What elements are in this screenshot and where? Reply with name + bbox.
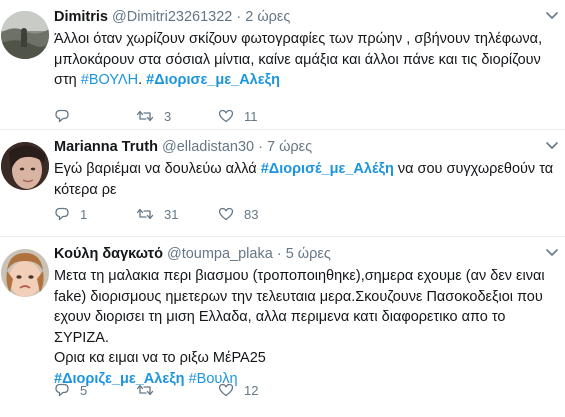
tweet-header: Dimitris @Dimitri23261322 · 2 ώρες	[54, 8, 555, 27]
landscape-photo-avatar[interactable]	[1, 11, 49, 59]
retweet-icon	[136, 110, 154, 122]
retweet-count: 31	[164, 206, 179, 222]
like-count: 83	[244, 206, 259, 222]
text-fragment: να σου συγχωρεθούν τα	[393, 161, 554, 177]
text-line: Μετα τη μαλακια περι βιασμου (τροποποιηθ…	[54, 268, 545, 284]
tweet-item[interactable]: Dimitris @Dimitri23261322 · 2 ώρες Άλλοι…	[0, 0, 565, 130]
separator-dot: ·	[258, 139, 263, 155]
author-handle[interactable]: @toumpa_plaka	[167, 246, 273, 262]
text-line: κότερα ρε	[54, 181, 117, 198]
text-line: μπλοκάρουν στα σόσιαλ μίντια, καίνε αμάξ…	[54, 51, 541, 68]
author-name[interactable]: Κούλη δαγκωτό	[54, 246, 163, 262]
author-handle[interactable]: @elladistan30	[162, 139, 254, 155]
text-fragment: Εγώ βαριέμαι να δουλεύω αλλά	[54, 161, 261, 177]
tweet-actions: 5 12	[54, 382, 300, 398]
retweet-icon	[136, 384, 154, 396]
heart-icon	[218, 207, 234, 221]
tweet-timestamp[interactable]: 7 ώρες	[267, 139, 312, 155]
like-button[interactable]: 83	[218, 206, 300, 222]
tweet-timeline: Dimitris @Dimitri23261322 · 2 ώρες Άλλοι…	[0, 0, 565, 417]
separator-dot: ·	[276, 246, 282, 262]
text-line: Ορια κα ειμαι να το ριξω ΜέΡΑ25	[54, 350, 266, 366]
heart-icon	[218, 383, 234, 397]
text-line: εχουν διορισει τη μιση Ελλαδα, αλλα περι…	[54, 309, 506, 346]
like-count: 12	[244, 382, 259, 398]
chevron-down-icon[interactable]	[545, 138, 559, 152]
heart-icon	[218, 109, 234, 123]
tweet-text: Άλλοι όταν χωρίζουν σκίζουν φωτογραφίες …	[54, 29, 555, 91]
tweet-timestamp[interactable]: 2 ώρες	[245, 9, 290, 25]
tweet-item[interactable]: Marianna Truth @elladistan30 · 7 ώρες Εγ…	[0, 130, 565, 237]
author-handle[interactable]: @Dimitri23261322	[112, 9, 232, 25]
like-button[interactable]: 12	[218, 382, 300, 398]
reply-button[interactable]: 5	[54, 382, 136, 398]
retweet-button[interactable]	[136, 382, 218, 398]
child-face-avatar[interactable]	[1, 249, 49, 297]
retweet-icon	[136, 208, 154, 220]
hashtag-link[interactable]: #Διορισε_με_Αλεξη	[146, 72, 280, 88]
text-line: στη #ΒΟΥΛΗ. #Διορισε_με_Αλεξη	[54, 70, 555, 91]
text-fragment: .	[138, 72, 147, 88]
tweet-actions: 1 31 83	[54, 206, 300, 222]
retweet-count: 3	[164, 108, 172, 124]
author-name[interactable]: Dimitris	[54, 9, 108, 25]
reply-button[interactable]	[54, 108, 136, 124]
text-line: Άλλοι όταν χωρίζουν σκίζουν φωτογραφίες …	[54, 31, 543, 47]
reply-icon	[55, 207, 69, 221]
reply-icon	[55, 109, 69, 123]
tweet-text: Εγώ βαριέμαι να δουλεύω αλλά #Διορισέ_με…	[54, 159, 555, 200]
like-count: 11	[244, 108, 258, 124]
separator-dot: ·	[236, 9, 242, 25]
reply-icon	[55, 383, 69, 397]
woman-face-avatar[interactable]	[1, 142, 49, 190]
text-fragment: στη	[54, 72, 81, 88]
chevron-down-icon[interactable]	[545, 245, 559, 259]
reply-count: 5	[80, 382, 88, 398]
hashtag-link[interactable]: #Διορισέ_με_Αλέξη	[261, 161, 394, 177]
like-button[interactable]: 11	[218, 108, 300, 124]
tweet-header: Marianna Truth @elladistan30 · 7 ώρες	[54, 138, 555, 157]
tweet-text: Μετα τη μαλακια περι βιασμου (τροποποιηθ…	[54, 266, 555, 389]
reply-button[interactable]: 1	[54, 206, 136, 222]
reply-count: 1	[80, 206, 88, 222]
tweet-actions: 3 11	[54, 108, 300, 124]
tweet-timestamp[interactable]: 5 ώρες	[286, 246, 331, 262]
hashtag-link[interactable]: #ΒΟΥΛΗ	[81, 72, 138, 88]
text-line: Εγώ βαριέμαι να δουλεύω αλλά #Διορισέ_με…	[54, 159, 555, 180]
retweet-button[interactable]: 31	[136, 206, 218, 222]
chevron-down-icon[interactable]	[545, 8, 559, 22]
retweet-button[interactable]: 3	[136, 108, 218, 124]
tweet-item[interactable]: Κούλη δαγκωτό @toumpa_plaka · 5 ώρες Μετ…	[0, 237, 565, 417]
author-name[interactable]: Marianna Truth	[54, 139, 158, 155]
text-line: fake) διορισμους ημετερων την τελευταια …	[54, 288, 543, 305]
tweet-header: Κούλη δαγκωτό @toumpa_plaka · 5 ώρες	[54, 245, 555, 264]
